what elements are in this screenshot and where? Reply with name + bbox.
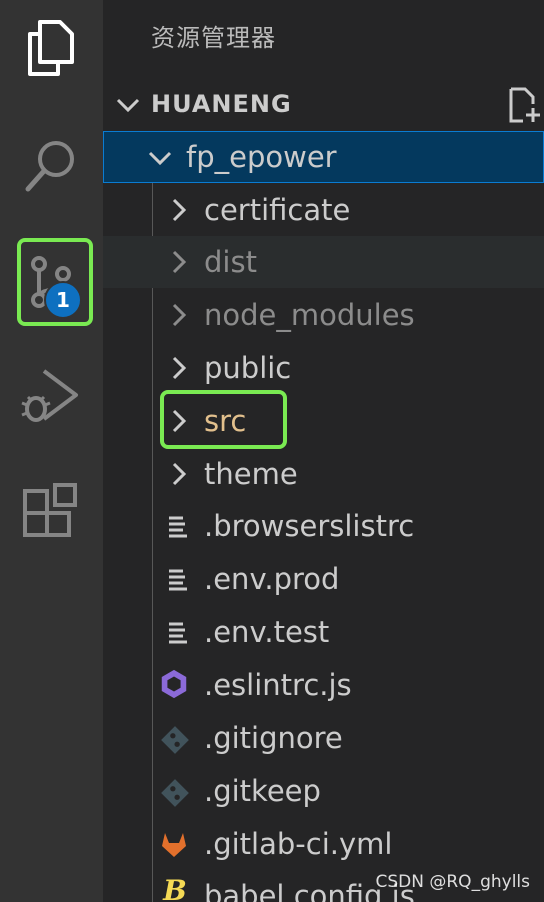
- source-control-badge: 1: [44, 281, 82, 319]
- tree-file-env-prod[interactable]: .env.prod: [103, 553, 544, 605]
- git-icon: [161, 726, 189, 754]
- tree-item-label: certificate: [204, 193, 351, 227]
- src-highlight-box: [160, 390, 287, 449]
- tree-root-folder[interactable]: fp_epower: [103, 131, 544, 183]
- gitlab-icon: [162, 833, 186, 857]
- tree-folder-dist[interactable]: dist: [103, 236, 544, 288]
- chevron-right-icon: [172, 250, 187, 274]
- activity-bar: 1: [0, 0, 103, 902]
- tree-folder-public[interactable]: public: [103, 342, 544, 394]
- lines-icon: [169, 516, 187, 538]
- tree-root-label: fp_epower: [186, 140, 337, 174]
- sidebar-title: 资源管理器: [151, 24, 276, 52]
- new-file-icon[interactable]: [507, 86, 544, 124]
- chevron-right-icon: [172, 462, 187, 486]
- run-debug-button[interactable]: [10, 355, 90, 435]
- tree-item-label: .env.test: [204, 615, 330, 649]
- explorer-sidebar: 资源管理器 HUANENG fp_epower certificate dist…: [103, 0, 544, 902]
- chevron-right-icon: [172, 356, 187, 380]
- tree-item-label: node_modules: [204, 298, 415, 332]
- git-icon: [161, 779, 189, 807]
- workspace-title: HUANENG: [151, 90, 292, 118]
- tree-item-label: public: [204, 351, 292, 385]
- tree-item-label: .browserslistrc: [204, 509, 415, 543]
- chevron-right-icon: [172, 198, 187, 222]
- tree-folder-certificate[interactable]: certificate: [103, 184, 544, 236]
- files-icon: [28, 20, 74, 76]
- tree-file-browserslistrc[interactable]: .browserslistrc: [103, 500, 544, 552]
- tree-item-label: .gitkeep: [204, 774, 321, 808]
- chevron-down-icon: [148, 151, 172, 166]
- tree-item-label: .gitlab-ci.yml: [204, 827, 393, 861]
- chevron-right-icon: [172, 303, 187, 327]
- tree-folder-theme[interactable]: theme: [103, 448, 544, 500]
- search-icon: [25, 141, 74, 192]
- vscode-window: 1 资源管理器 HUANENG fp_epower certificate di…: [0, 0, 544, 902]
- tree-item-label: .env.prod: [204, 562, 340, 596]
- tree-file-env-test[interactable]: .env.test: [103, 606, 544, 658]
- workspace-section-header[interactable]: HUANENG: [103, 80, 544, 130]
- extensions-button[interactable]: [10, 472, 90, 552]
- tree-item-label: dist: [204, 245, 257, 279]
- run-debug-icon: [21, 369, 78, 422]
- tree-folder-node-modules[interactable]: node_modules: [103, 289, 544, 341]
- tree-item-label: .gitignore: [204, 721, 343, 755]
- chevron-down-icon: [116, 98, 140, 113]
- tree-item-label: theme: [204, 457, 298, 491]
- lines-icon: [169, 569, 187, 591]
- explorer-button[interactable]: [10, 8, 90, 88]
- tree-file-gitkeep[interactable]: .gitkeep: [103, 765, 544, 817]
- watermark: CSDN @RQ_ghylls: [375, 872, 531, 892]
- lines-icon: [169, 622, 187, 644]
- extensions-icon: [23, 483, 77, 537]
- tree-file-eslintrc[interactable]: .eslintrc.js: [103, 659, 544, 711]
- tree-file-gitlab-ci[interactable]: .gitlab-ci.yml: [103, 818, 544, 870]
- babel-icon: B: [163, 873, 187, 902]
- eslint-icon: [161, 669, 187, 699]
- tree-file-gitignore[interactable]: .gitignore: [103, 712, 544, 764]
- search-button[interactable]: [10, 125, 90, 205]
- tree-item-label: .eslintrc.js: [204, 668, 352, 702]
